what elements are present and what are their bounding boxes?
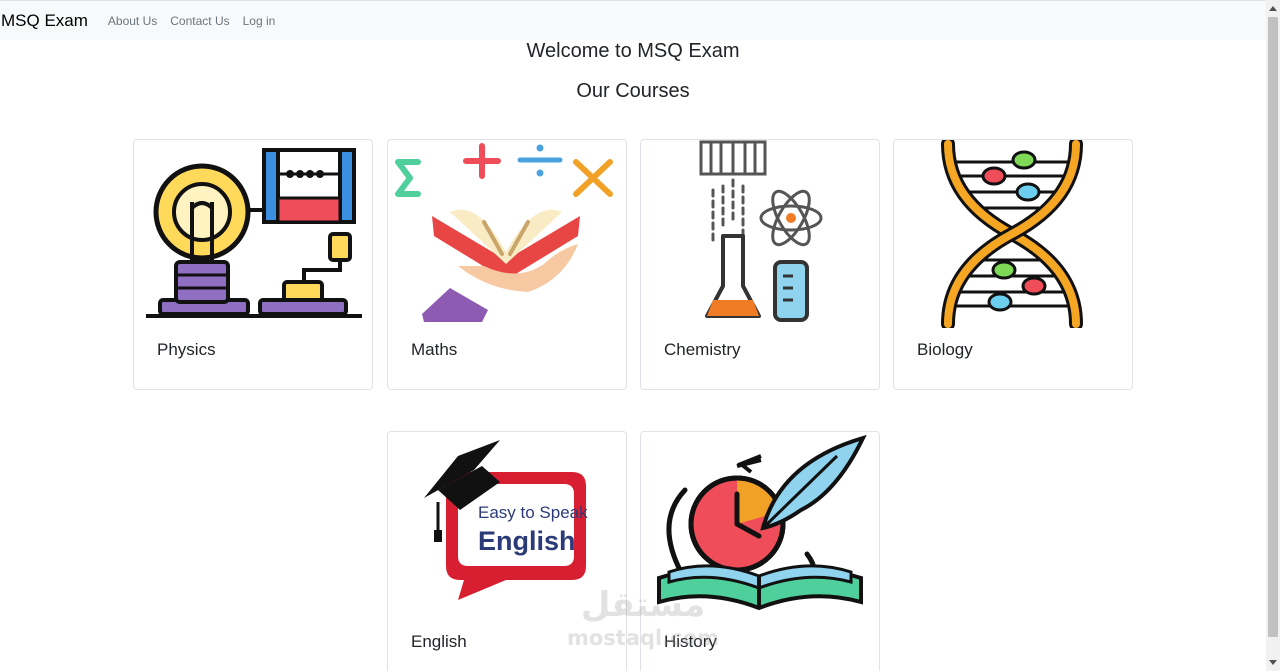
- english-image-text-english: English: [478, 526, 576, 556]
- course-card-biology[interactable]: Biology: [893, 139, 1133, 390]
- nav-link-about-us[interactable]: About Us: [108, 14, 157, 28]
- chemistry-flask-atom-icon: [641, 140, 879, 328]
- english-speech-bubble-icon: Easy to Speak English: [388, 432, 626, 620]
- scrollbar-thumb[interactable]: [1268, 17, 1278, 637]
- course-card-chemistry[interactable]: Chemistry: [640, 139, 880, 390]
- nav-link-log-in[interactable]: Log in: [243, 14, 276, 28]
- maths-book-symbols-icon: [388, 140, 626, 328]
- courses-heading: Our Courses: [576, 80, 690, 102]
- english-image-text-easy: Easy to Speak: [478, 503, 588, 522]
- welcome-heading: Welcome to MSQ Exam: [526, 40, 740, 62]
- physics-lightbulb-abacus-icon: [134, 140, 372, 328]
- course-label-maths[interactable]: Maths: [411, 340, 457, 360]
- course-label-history[interactable]: History: [664, 632, 717, 652]
- course-label-chemistry[interactable]: Chemistry: [664, 340, 741, 360]
- course-label-english[interactable]: English: [411, 632, 467, 652]
- course-card-maths[interactable]: Maths: [387, 139, 627, 390]
- brand-link[interactable]: MSQ Exam: [1, 11, 88, 31]
- biology-dna-icon: [894, 140, 1132, 328]
- course-card-english[interactable]: Easy to Speak English English: [387, 431, 627, 671]
- course-card-history[interactable]: History: [640, 431, 880, 671]
- course-label-physics[interactable]: Physics: [157, 340, 216, 360]
- course-label-biology[interactable]: Biology: [917, 340, 973, 360]
- scroll-up-arrow-icon[interactable]: [1269, 6, 1277, 11]
- history-clock-book-quill-icon: [641, 432, 879, 620]
- course-card-physics[interactable]: Physics: [133, 139, 373, 390]
- nav-link-contact-us[interactable]: Contact Us: [170, 14, 229, 28]
- page-scrollbar[interactable]: [1266, 0, 1280, 671]
- scroll-down-arrow-icon[interactable]: [1269, 660, 1277, 665]
- top-navbar: MSQ Exam About Us Contact Us Log in: [0, 0, 1266, 40]
